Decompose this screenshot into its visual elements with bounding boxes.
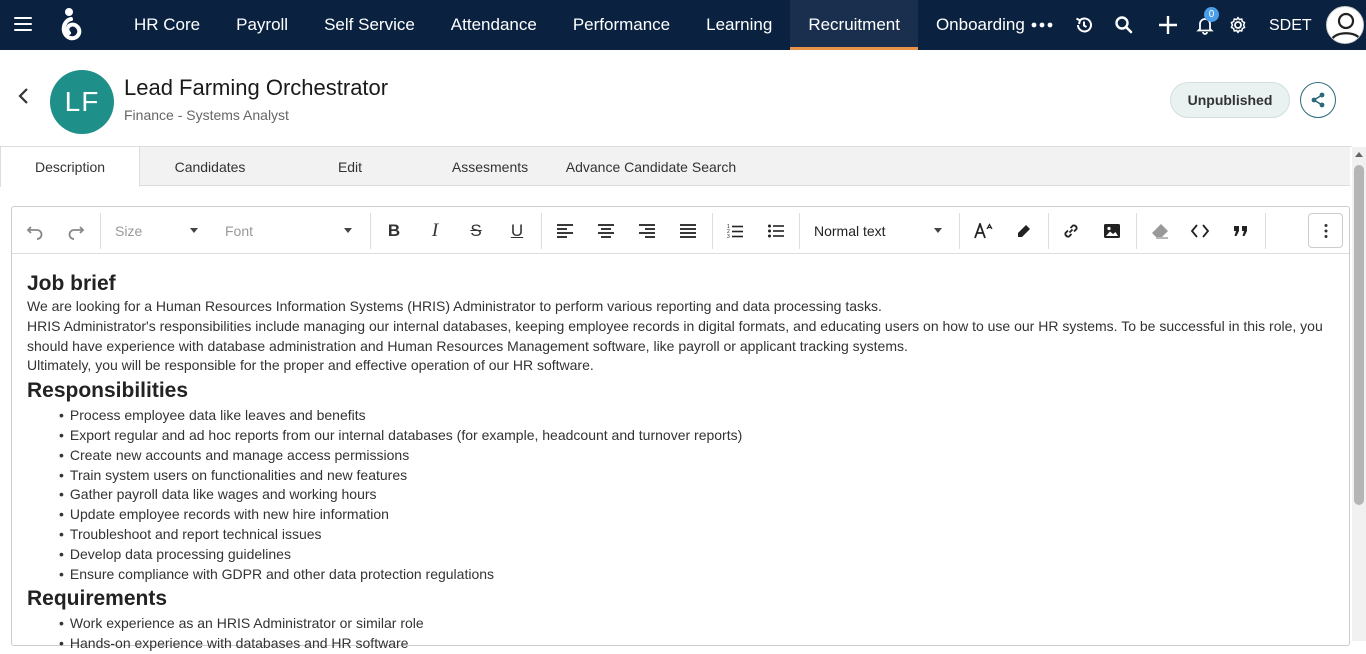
- block-style-select[interactable]: Normal text: [814, 218, 942, 244]
- scroll-up-arrow-icon[interactable]: [1355, 152, 1363, 157]
- share-icon: [1311, 92, 1325, 108]
- editor-content[interactable]: Job brief We are looking for a Human Res…: [27, 269, 1327, 654]
- job-brief-paragraph: We are looking for a Human Resources Inf…: [27, 298, 882, 314]
- top-navigation-bar: HR Core Payroll Self Service Attendance …: [0, 0, 1366, 50]
- font-size-select[interactable]: Size: [115, 218, 198, 244]
- toolbar-separator: [1136, 213, 1137, 249]
- back-arrow-icon[interactable]: [14, 86, 34, 106]
- requirements-list: Work experience as an HRIS Administrator…: [59, 614, 1327, 654]
- list-item: Process employee data like leaves and be…: [59, 406, 1327, 426]
- job-title: Lead Farming Orchestrator: [124, 75, 389, 100]
- history-icon[interactable]: [1072, 13, 1096, 37]
- list-item: Create new accounts and manage access pe…: [59, 446, 1327, 466]
- requirements-heading: Requirements: [27, 587, 168, 611]
- more-vertical-icon: [1324, 223, 1327, 238]
- nav-item-onboarding[interactable]: Onboarding: [918, 0, 1043, 50]
- bold-icon[interactable]: B: [381, 218, 407, 244]
- tab-description[interactable]: Description: [0, 147, 140, 187]
- user-avatar[interactable]: [1326, 6, 1364, 44]
- nav-item-payroll[interactable]: Payroll: [218, 0, 306, 50]
- job-brief-paragraph: HRIS Administrator's responsibilities in…: [27, 317, 1323, 354]
- align-center-icon[interactable]: [593, 218, 619, 244]
- toolbar-separator: [1048, 213, 1049, 249]
- text-size-icon[interactable]: [971, 218, 997, 244]
- align-right-icon[interactable]: [634, 218, 660, 244]
- search-icon[interactable]: [1112, 13, 1136, 37]
- highlighter-icon[interactable]: [1011, 218, 1037, 244]
- scrollbar-thumb[interactable]: [1354, 165, 1364, 505]
- toolbar-separator: [100, 213, 101, 249]
- align-justify-icon[interactable]: [675, 218, 701, 244]
- list-item: Troubleshoot and report technical issues: [59, 525, 1327, 545]
- responsibilities-heading: Responsibilities: [27, 379, 189, 403]
- blockquote-icon[interactable]: [1228, 218, 1254, 244]
- list-item: Work experience as an HRIS Administrator…: [59, 614, 1327, 634]
- list-item: Train system users on functionalities an…: [59, 466, 1327, 486]
- list-item: Hands-on experience with databases and H…: [59, 634, 1327, 654]
- font-size-value: Size: [115, 223, 143, 239]
- font-family-select[interactable]: Font: [225, 218, 352, 244]
- toolbar-separator: [370, 213, 371, 249]
- nav-item-hr-core[interactable]: HR Core: [116, 0, 218, 50]
- redo-icon[interactable]: [63, 218, 89, 244]
- font-family-value: Font: [225, 223, 254, 239]
- rich-text-editor: Size Font B I S U 123 Normal text Job br…: [11, 206, 1350, 651]
- add-icon[interactable]: [1156, 13, 1180, 37]
- tab-bar: Description Candidates Edit Assesments A…: [0, 147, 1350, 187]
- undo-icon[interactable]: [22, 218, 48, 244]
- underline-icon[interactable]: U: [504, 218, 530, 244]
- editor-toolbar: Size Font B I S U 123 Normal text: [12, 207, 1349, 254]
- more-horizontal-icon[interactable]: [1030, 13, 1054, 37]
- nav-item-self-service[interactable]: Self Service: [306, 0, 433, 50]
- list-item: Gather payroll data like wages and worki…: [59, 485, 1327, 505]
- toolbar-separator: [799, 213, 800, 249]
- list-item: Update employee records with new hire in…: [59, 505, 1327, 525]
- tab-advance-candidate-search[interactable]: Advance Candidate Search: [560, 147, 742, 186]
- code-view-icon[interactable]: [1187, 218, 1213, 244]
- eraser-icon[interactable]: [1147, 218, 1173, 244]
- bullet-list-icon[interactable]: [763, 218, 789, 244]
- toolbar-separator: [959, 213, 960, 249]
- menu-icon[interactable]: [14, 17, 32, 31]
- job-avatar: LF: [50, 70, 114, 134]
- notification-count-badge: 0: [1204, 7, 1219, 22]
- italic-icon[interactable]: I: [422, 218, 448, 244]
- image-icon[interactable]: [1099, 218, 1125, 244]
- svg-text:3: 3: [727, 234, 730, 239]
- block-style-value: Normal text: [814, 223, 886, 239]
- tab-assesments[interactable]: Assesments: [420, 147, 560, 186]
- job-subtitle: Finance - Systems Analyst: [124, 107, 289, 123]
- tab-edit[interactable]: Edit: [280, 147, 420, 186]
- page-scrollbar[interactable]: [1352, 147, 1366, 641]
- status-badge[interactable]: Unpublished: [1170, 82, 1290, 118]
- gear-icon[interactable]: [1226, 13, 1250, 37]
- job-brief-heading: Job brief: [27, 272, 116, 295]
- nav-item-recruitment[interactable]: Recruitment: [790, 0, 918, 50]
- link-icon[interactable]: [1058, 218, 1084, 244]
- job-brief-paragraph: Ultimately, you will be responsible for …: [27, 357, 594, 374]
- toolbar-separator: [712, 213, 713, 249]
- nav-item-performance[interactable]: Performance: [555, 0, 688, 50]
- share-button[interactable]: [1300, 82, 1336, 118]
- responsibilities-list: Process employee data like leaves and be…: [59, 406, 1327, 584]
- app-logo[interactable]: [58, 7, 84, 43]
- tab-candidates[interactable]: Candidates: [140, 147, 280, 186]
- list-item: Develop data processing guidelines: [59, 545, 1327, 565]
- main-nav: HR Core Payroll Self Service Attendance …: [116, 0, 1043, 50]
- nav-item-learning[interactable]: Learning: [688, 0, 790, 50]
- align-left-icon[interactable]: [552, 218, 578, 244]
- user-name-label[interactable]: SDET: [1269, 17, 1312, 35]
- nav-item-attendance[interactable]: Attendance: [433, 0, 555, 50]
- ordered-list-icon[interactable]: 123: [722, 218, 748, 244]
- toolbar-more-button[interactable]: [1308, 213, 1343, 248]
- toolbar-separator: [541, 213, 542, 249]
- strikethrough-icon[interactable]: S: [463, 218, 489, 244]
- toolbar-separator: [1265, 213, 1266, 249]
- list-item: Ensure compliance with GDPR and other da…: [59, 565, 1327, 585]
- list-item: Export regular and ad hoc reports from o…: [59, 426, 1327, 446]
